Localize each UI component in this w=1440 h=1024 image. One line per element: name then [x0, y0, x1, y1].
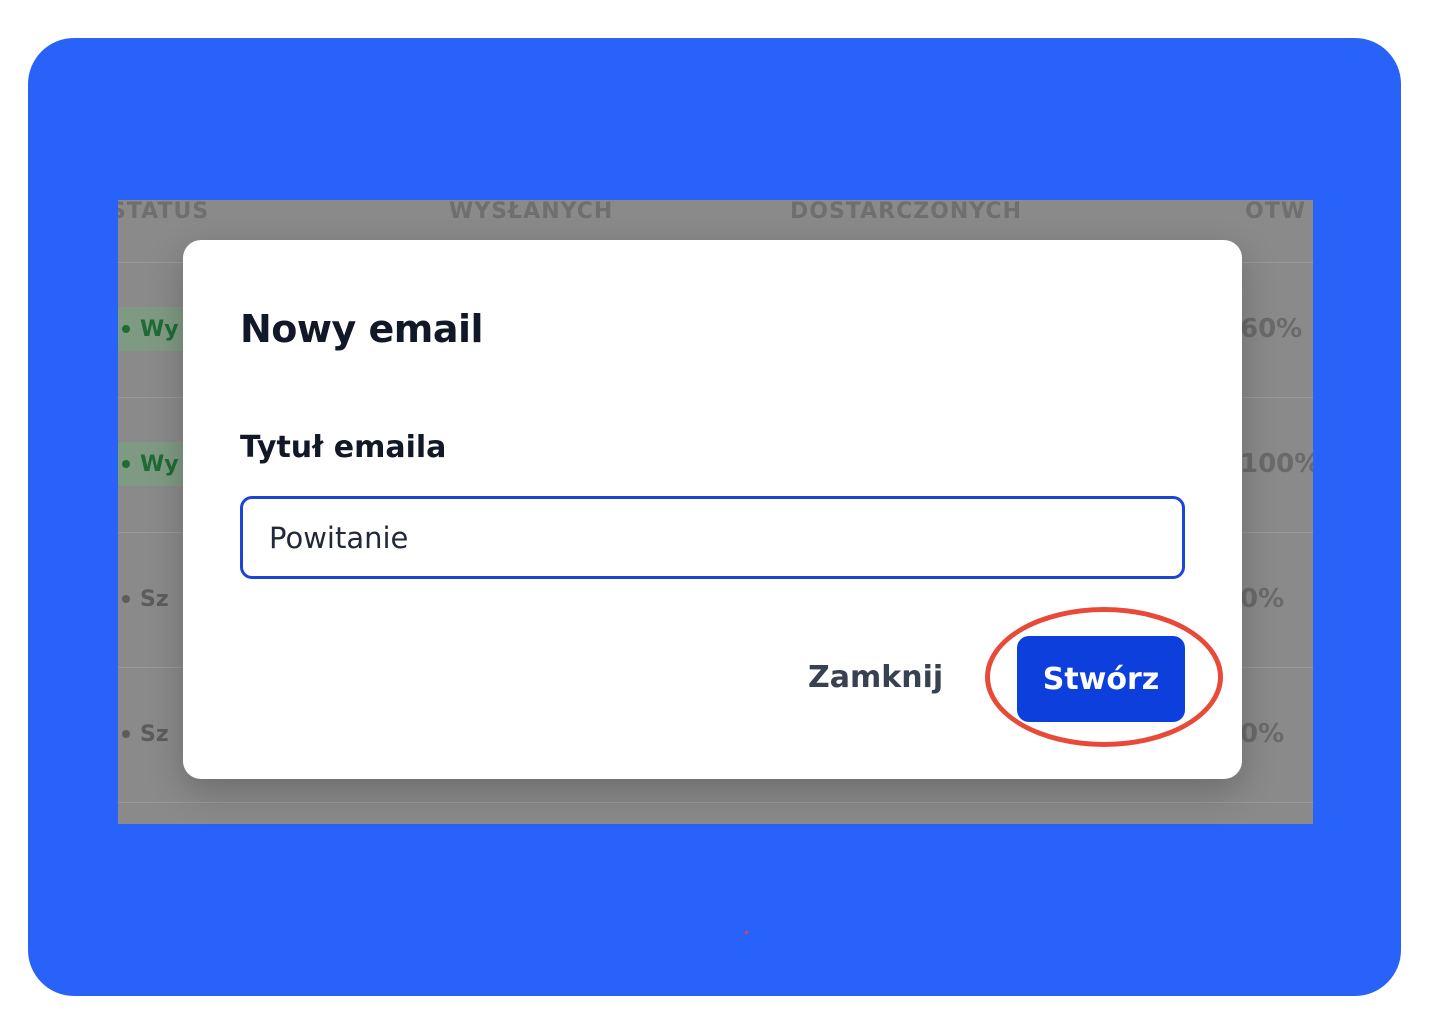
- close-button[interactable]: Zamknij: [808, 648, 943, 708]
- red-dot-mark: [745, 931, 748, 934]
- open-rate: 100%: [1240, 449, 1313, 479]
- email-title-label: Tytuł emaila: [240, 430, 447, 465]
- status-text: Sz: [140, 586, 169, 612]
- header-delivered: DOSTARCZONYCH: [790, 200, 1022, 224]
- status-text: Wy: [140, 316, 179, 342]
- dialog-title: Nowy email: [240, 307, 484, 351]
- email-title-input[interactable]: [240, 496, 1185, 579]
- status-text: Wy: [140, 451, 179, 477]
- open-rate: 60%: [1240, 314, 1303, 344]
- status-dot-icon: [122, 730, 130, 738]
- header-opened: OTW: [1245, 200, 1306, 224]
- status-dot-icon: [122, 325, 130, 333]
- open-rate: 0%: [1240, 584, 1285, 614]
- status-dot-icon: [122, 595, 130, 603]
- status-dot-icon: [122, 460, 130, 468]
- header-status: STATUS: [118, 200, 210, 224]
- header-sent: WYSŁANYCH: [449, 200, 614, 224]
- status-text: Sz: [140, 721, 169, 747]
- create-button[interactable]: Stwórz: [1017, 636, 1185, 722]
- open-rate: 0%: [1240, 719, 1285, 749]
- new-email-dialog: Nowy email Tytuł emaila Zamknij Stwórz: [183, 240, 1242, 779]
